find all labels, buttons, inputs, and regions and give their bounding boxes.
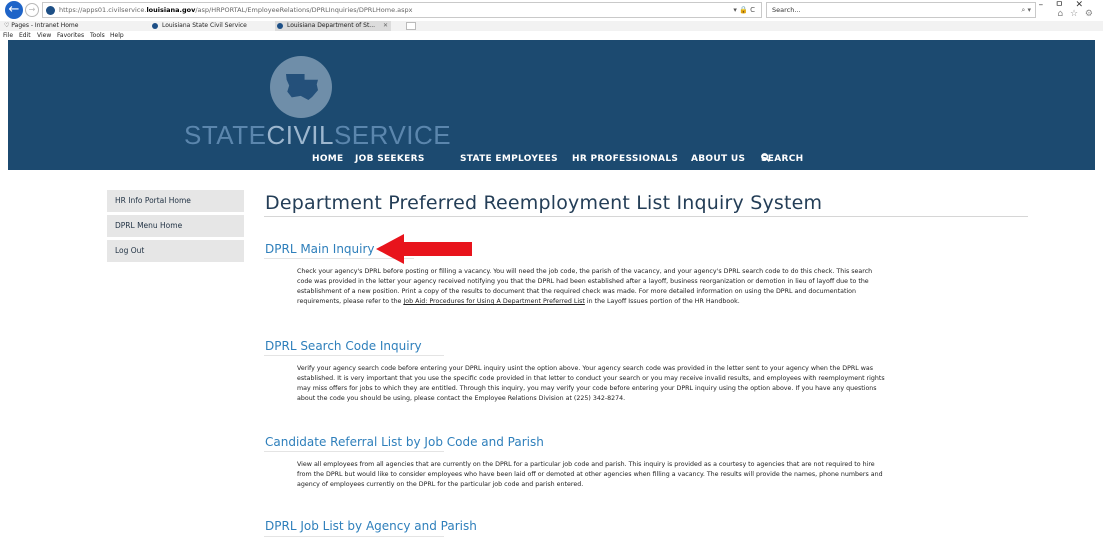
- link-dprl-search-code-inquiry[interactable]: DPRL Search Code Inquiry: [265, 338, 422, 354]
- browser-toolbar: ← → https://apps01.civilservice.louisian…: [0, 0, 1103, 20]
- site-favicon-icon: [46, 6, 55, 15]
- link-job-aid-procedures[interactable]: Job Aid: Procedures for Using A Departme…: [403, 298, 584, 305]
- sidebar-item-dprl-menu-home[interactable]: DPRL Menu Home: [107, 215, 244, 237]
- menu-favorites[interactable]: Favorites: [57, 31, 84, 40]
- tab-favicon-icon: [277, 23, 283, 29]
- site-logo-text[interactable]: STATECIVILSERVICE: [184, 121, 451, 149]
- section-description-main-inquiry: Check your agency's DPRL before posting …: [297, 268, 873, 306]
- tab-active[interactable]: Louisiana Department of St... ✕: [275, 21, 392, 31]
- section-divider: [264, 536, 444, 537]
- browser-search-input[interactable]: Search... ⌕ ▾: [766, 2, 1036, 18]
- back-arrow-icon[interactable]: ←: [5, 1, 23, 19]
- favorites-item[interactable]: ♡ Pages - Intranet Home: [4, 21, 78, 31]
- link-dprl-main-inquiry[interactable]: DPRL Main Inquiry: [265, 241, 375, 257]
- menu-bar: File Edit View Favorites Tools Help: [0, 31, 1103, 40]
- section-divider: [264, 451, 444, 452]
- tab-favicon-icon: [152, 23, 158, 29]
- tab-close-icon[interactable]: ✕: [383, 21, 388, 31]
- nav-state-employees[interactable]: STATE EMPLOYEES: [460, 152, 558, 166]
- louisiana-logo-icon[interactable]: [270, 56, 332, 118]
- menu-help[interactable]: Help: [110, 31, 124, 40]
- menu-edit[interactable]: Edit: [19, 31, 31, 40]
- link-candidate-referral-list[interactable]: Candidate Referral List by Job Code and …: [265, 434, 544, 450]
- nav-about-us[interactable]: ABOUT US: [691, 152, 745, 166]
- section-description-search-code: Verify your agency search code before en…: [297, 365, 885, 403]
- nav-search[interactable]: SEARCH: [761, 152, 803, 166]
- tab-civil-service[interactable]: Louisiana State Civil Service: [150, 21, 247, 31]
- new-tab-button[interactable]: [406, 22, 416, 30]
- link-dprl-job-list[interactable]: DPRL Job List by Agency and Parish: [265, 518, 477, 534]
- url-prefix: https://apps01.civilservice.: [59, 6, 147, 14]
- url-domain: louisiana.gov: [146, 6, 196, 14]
- address-tools-icons[interactable]: ▾ 🔒 C: [733, 3, 755, 17]
- section-description-candidate-referral: View all employees from all agencies tha…: [297, 461, 883, 489]
- title-divider: [264, 216, 1028, 217]
- red-arrow-annotation-icon: [376, 234, 472, 264]
- nav-home[interactable]: HOME: [312, 152, 344, 166]
- sidebar-item-hr-info-portal-home[interactable]: HR Info Portal Home: [107, 190, 244, 212]
- sidebar-item-log-out[interactable]: Log Out: [107, 240, 244, 262]
- nav-hr-professionals[interactable]: HR PROFESSIONALS: [572, 152, 678, 166]
- nav-job-seekers[interactable]: JOB SEEKERS: [355, 152, 425, 166]
- page-title: Department Preferred Reemployment List I…: [265, 192, 823, 214]
- search-icon[interactable]: ⌕ ▾: [1021, 3, 1031, 17]
- louisiana-state-shape: [286, 74, 318, 100]
- tab-row: ♡ Pages - Intranet Home Louisiana State …: [0, 21, 1103, 31]
- section-divider: [264, 355, 444, 356]
- forward-arrow-icon[interactable]: →: [25, 3, 39, 17]
- url-path: /asp/HRPORTAL/EmployeeRelations/DPRLInqu…: [195, 6, 413, 14]
- sidebar: HR Info Portal Home DPRL Menu Home Log O…: [107, 190, 244, 265]
- address-bar[interactable]: https://apps01.civilservice.louisiana.go…: [42, 2, 762, 18]
- menu-view[interactable]: View: [37, 31, 51, 40]
- menu-file[interactable]: File: [3, 31, 13, 40]
- site-header: STATECIVILSERVICE HOME JOB SEEKERS STATE…: [8, 40, 1095, 170]
- search-placeholder: Search...: [772, 6, 801, 14]
- menu-tools[interactable]: Tools: [90, 31, 105, 40]
- toolbar-home-star-gear-icons[interactable]: ⌂ ☆ ⚙: [1057, 9, 1095, 19]
